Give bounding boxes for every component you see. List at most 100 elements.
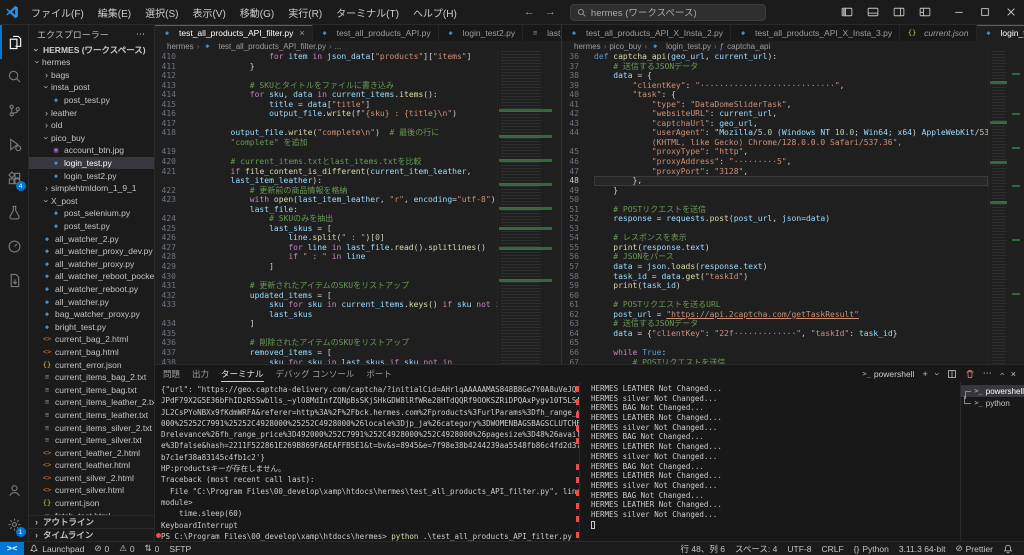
tree-item[interactable]: {}current_error.json xyxy=(29,358,154,371)
kill-terminal-icon[interactable] xyxy=(965,369,975,379)
status-item--4[interactable]: スペース: 4 xyxy=(730,542,782,555)
close-icon[interactable] xyxy=(998,0,1024,24)
tree-item[interactable]: ◆post_test.py xyxy=(29,94,154,107)
panel-tab-デバッグ コンソール[interactable]: デバッグ コンソール xyxy=(276,365,355,382)
maximize-panel-icon[interactable]: › xyxy=(996,372,1006,375)
code-line[interactable]: updated_items = [ xyxy=(192,291,497,301)
tab-current-json[interactable]: {}current.json xyxy=(900,25,976,41)
activitybar-testing-icon[interactable] xyxy=(0,195,29,229)
code-line[interactable]: last_skus = [ xyxy=(192,224,497,234)
code-line[interactable]: "proxyAddress": "·········5", xyxy=(594,157,988,167)
tree-item[interactable]: ›hermes xyxy=(29,56,154,69)
close-panel-icon[interactable]: × xyxy=(1011,369,1016,379)
tree-item[interactable]: ›leather xyxy=(29,106,154,119)
layout-sidebar-left-icon[interactable] xyxy=(834,0,860,24)
breadcrumb-left[interactable]: hermes›◆test_all_products_API_filter.py›… xyxy=(155,41,561,51)
code-line[interactable]: for sku, data in current_items.items(): xyxy=(192,90,497,100)
code-line[interactable]: output_file.write(f"{sku} : {title}\n") xyxy=(192,109,497,119)
code-line[interactable]: data = {"clientKey": "22f·············",… xyxy=(594,329,988,339)
tree-item[interactable]: ▣account_btn.jpg xyxy=(29,144,154,157)
breadcrumb-item[interactable]: hermes xyxy=(167,42,194,51)
tree-item[interactable]: ◆bright_test.py xyxy=(29,320,154,333)
menu-item-2[interactable]: 選択(S) xyxy=(138,0,185,24)
panel-tab-ポート[interactable]: ポート xyxy=(366,365,392,382)
tree-item[interactable]: ≡current_items_silver.txt xyxy=(29,434,154,447)
code-line[interactable] xyxy=(192,329,497,339)
activitybar-extensions-icon[interactable]: 4 xyxy=(0,161,29,195)
menu-item-7[interactable]: ヘルプ(H) xyxy=(406,0,464,24)
tree-item[interactable]: <>current_bag.html xyxy=(29,346,154,359)
code-line[interactable]: } xyxy=(192,62,497,72)
menu-item-3[interactable]: 表示(V) xyxy=(185,0,232,24)
minimize-icon[interactable] xyxy=(946,0,972,24)
file-tree[interactable]: ›hermes›bags›insta_post◆post_test.py›lea… xyxy=(29,56,154,515)
activitybar-run-debug-icon[interactable] xyxy=(0,127,29,161)
code-line[interactable]: line.split(" : ")[0] xyxy=(192,233,497,243)
code-line[interactable]: while True: xyxy=(594,348,988,358)
layout-panel-icon[interactable] xyxy=(860,0,886,24)
code-line[interactable]: "task": { xyxy=(594,90,988,100)
code-line[interactable]: "clientKey": "··························… xyxy=(594,81,988,91)
code-line[interactable]: removed_items = [ xyxy=(192,348,497,358)
status-item-launchpad[interactable]: Launchpad xyxy=(24,542,89,555)
layout-customize-icon[interactable] xyxy=(912,0,938,24)
tree-item[interactable]: ◆all_watcher_proxy.py xyxy=(29,258,154,271)
command-center-search[interactable]: hermes (ワークスペース) xyxy=(570,4,766,21)
code-line[interactable]: data = json.loads(response.text) xyxy=(594,262,988,272)
code-line[interactable] xyxy=(192,71,497,81)
tree-item[interactable]: ›insta_post xyxy=(29,81,154,94)
code-line[interactable]: "captchaUrl": geo_url, xyxy=(594,119,988,129)
code-line[interactable]: for line in last_file.read().splitlines(… xyxy=(192,243,497,253)
tree-item[interactable]: ›simplehtmldom_1_9_1 xyxy=(29,182,154,195)
breadcrumb-right[interactable]: hermes›pico_buy›◆login_test.py›ƒcaptcha_… xyxy=(562,41,1024,51)
status-item-3-11-3-64-bit[interactable]: 3.11.3 64-bit xyxy=(894,542,951,555)
tree-item[interactable]: ◆all_watcher_proxy_dev.py xyxy=(29,245,154,258)
code-line[interactable]: (KHTML, like Gecko) Chrome/128.0.0.0 Saf… xyxy=(594,138,988,148)
code-line[interactable]: with open(last_item_leather, "r", encodi… xyxy=(192,195,497,205)
code-line[interactable] xyxy=(594,291,988,301)
code-line[interactable]: if " : " in line xyxy=(192,252,497,262)
maximize-icon[interactable] xyxy=(972,0,998,24)
code-line[interactable]: output_file.write("complete\n") # 最後の行に xyxy=(192,128,497,138)
code-line[interactable]: "proxyType": "http", xyxy=(594,147,988,157)
code-line[interactable]: # JSONをパース xyxy=(594,252,988,262)
menu-item-6[interactable]: ターミナル(T) xyxy=(329,0,406,24)
status-item-0[interactable]: ⊘0 xyxy=(89,542,114,555)
panel-more-icon[interactable]: ⋯ xyxy=(983,368,992,379)
tree-item[interactable]: ◆all_watcher_2.py xyxy=(29,232,154,245)
menu-item-1[interactable]: 編集(E) xyxy=(91,0,138,24)
code-line[interactable]: if file_content_is_different(current_ite… xyxy=(192,167,497,177)
tree-item[interactable]: ◆all_watcher.py xyxy=(29,295,154,308)
tab-test-all-products-api-x-insta-3-py[interactable]: ◆test_all_products_API_X_Insta_3.py xyxy=(731,25,900,41)
code-line[interactable]: # POSTリクエストを送るURL xyxy=(594,300,988,310)
status-item-sftp[interactable]: SFTP xyxy=(164,542,196,555)
activitybar-settings-icon[interactable]: 1 xyxy=(0,507,29,541)
code-line[interactable]: # 更新前の商品情報を格納 xyxy=(192,186,497,196)
tab-test-all-products-api-filter-py[interactable]: ◆test_all_products_API_filter.py× xyxy=(155,25,313,41)
breadcrumb-item[interactable]: test_all_products_API_filter.py xyxy=(218,42,326,51)
forward-arrow-icon[interactable]: → xyxy=(545,6,556,18)
activitybar-search-icon[interactable] xyxy=(0,59,29,93)
code-line[interactable]: # SKUのみを抽出 xyxy=(192,214,497,224)
code-line[interactable]: } xyxy=(594,186,988,196)
code-line[interactable]: }, xyxy=(594,176,988,186)
code-line[interactable]: # POSTリクエストを送信 xyxy=(594,358,988,365)
status-item[interactable]: >< xyxy=(0,542,24,555)
code-line[interactable]: ] xyxy=(192,319,497,329)
tab-last-items-leath-[interactable]: ≡last_items_leath ⋯× xyxy=(523,25,562,41)
code-line[interactable]: title = data["title"] xyxy=(192,100,497,110)
code-line[interactable]: response = requests.post(post_url, json=… xyxy=(594,214,988,224)
code-line[interactable]: task_id = data.get("taskId") xyxy=(594,272,988,282)
more-actions-icon[interactable]: ⋯ xyxy=(136,29,146,40)
code-line[interactable]: def captcha_api(geo_url, current_url): xyxy=(594,52,988,62)
timeline-section[interactable]: › タイムライン xyxy=(29,528,154,541)
tree-item[interactable]: ›old xyxy=(29,119,154,132)
minimap-right[interactable] xyxy=(988,51,1008,364)
breadcrumb-item[interactable]: hermes xyxy=(574,42,601,51)
status-item-python[interactable]: {}Python xyxy=(849,542,894,555)
code-line[interactable] xyxy=(594,195,988,205)
tree-item[interactable]: ›bags xyxy=(29,69,154,82)
panel-tab-ターミナル[interactable]: ターミナル xyxy=(221,365,264,382)
code-line[interactable]: # POSTリクエストを送信 xyxy=(594,205,988,215)
tree-item[interactable]: ≡current_items_bag.txt xyxy=(29,383,154,396)
